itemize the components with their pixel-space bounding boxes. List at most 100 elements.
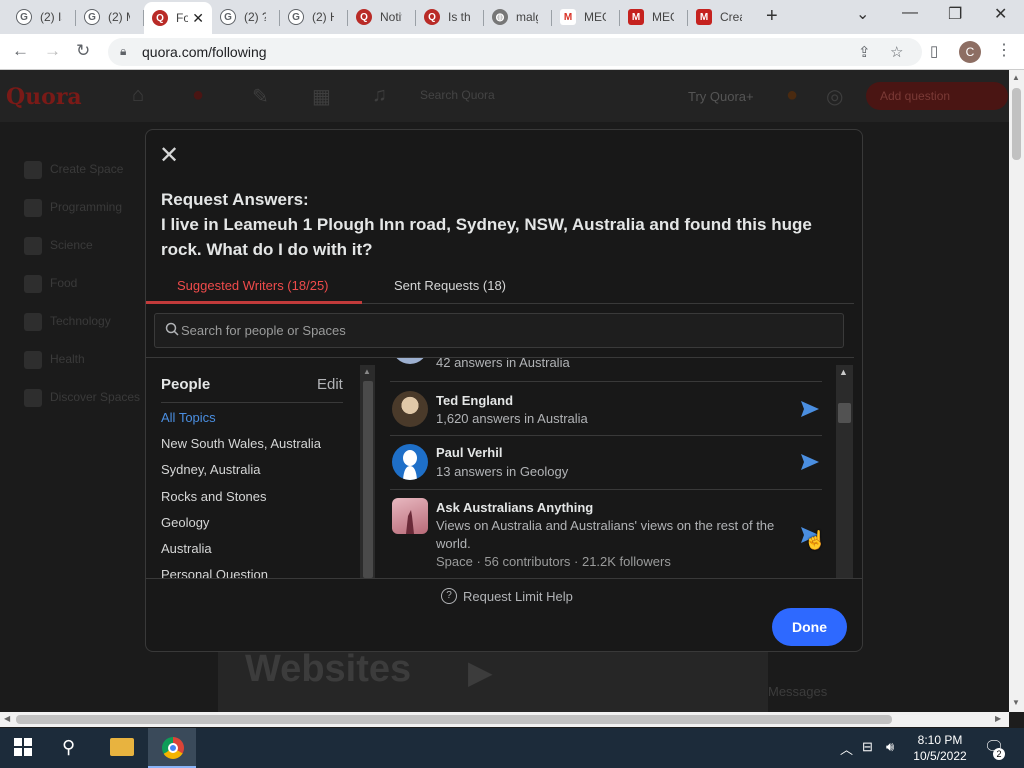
- quora-icon: Q: [152, 10, 168, 26]
- profile-avatar[interactable]: C: [959, 41, 981, 63]
- url-text[interactable]: quora.com/following: [142, 44, 267, 60]
- browser-tab[interactable]: G(2) H: [280, 4, 348, 30]
- mega-icon: M: [696, 9, 712, 25]
- topic-item[interactable]: Rocks and Stones: [161, 489, 267, 504]
- sidebar-item: Technology: [50, 314, 111, 328]
- scroll-thumb[interactable]: [1012, 88, 1021, 160]
- new-tab-button[interactable]: +: [766, 5, 778, 28]
- scroll-down-arrow-icon[interactable]: ▼: [1012, 698, 1020, 707]
- bookmark-star-icon[interactable]: ☆: [890, 43, 903, 61]
- forward-icon[interactable]: →: [44, 41, 61, 61]
- close-tab-icon[interactable]: ✕: [192, 10, 204, 27]
- topic-item[interactable]: Sydney, Australia: [161, 462, 260, 477]
- tab-suggested-writers[interactable]: Suggested Writers (18/25): [177, 278, 329, 293]
- space-icon: [24, 313, 42, 331]
- windows-taskbar: ⚲ ︿ ⊟ 🔊︎ 8:10 PM 10/5/2022 🗨︎ 2: [0, 728, 1024, 768]
- browser-tab[interactable]: QNotif: [348, 4, 416, 30]
- scroll-up-arrow-icon[interactable]: ▲: [1012, 73, 1020, 82]
- browser-menu-icon[interactable]: ⋮: [996, 40, 1012, 60]
- play-icon: ▶: [468, 654, 493, 690]
- topic-item[interactable]: Personal Question: [161, 567, 268, 578]
- topic-item[interactable]: Australia: [161, 541, 212, 556]
- sidebar-item: Health: [50, 352, 85, 366]
- scroll-thumb[interactable]: [838, 403, 851, 423]
- search-icon: [165, 322, 179, 339]
- edit-topics-button[interactable]: Edit: [317, 376, 343, 393]
- topic-panel-scrollbar[interactable]: ▲: [360, 365, 375, 578]
- sidebar-item: Science: [50, 238, 93, 252]
- writer-name[interactable]: Ted England: [436, 393, 513, 408]
- scroll-up-arrow-icon[interactable]: ▲: [363, 367, 371, 376]
- browser-tab[interactable]: ◍malg: [484, 4, 552, 30]
- browser-tab[interactable]: MCrea: [688, 4, 756, 30]
- notification-count-badge: 2: [993, 748, 1005, 760]
- address-bar[interactable]: 🔒︎ quora.com/following ⇪ ☆: [108, 38, 922, 66]
- send-request-icon[interactable]: [800, 400, 820, 418]
- browser-tab[interactable]: G(2) M: [76, 4, 144, 30]
- search-input[interactable]: [181, 320, 781, 340]
- windows-start-icon[interactable]: [14, 738, 32, 756]
- search-icon[interactable]: ⚲: [62, 737, 75, 758]
- hand-cursor-icon: ☝: [804, 530, 827, 550]
- send-request-icon[interactable]: [800, 453, 820, 471]
- browser-tab[interactable]: G(2) Is: [8, 4, 76, 30]
- topic-item[interactable]: Geology: [161, 515, 209, 530]
- space-name[interactable]: Ask Australians Anything: [436, 500, 593, 515]
- minimize-icon[interactable]: —: [902, 4, 918, 22]
- topic-all-topics[interactable]: All Topics: [161, 410, 216, 425]
- page-vertical-scrollbar[interactable]: ▲ ▼: [1009, 70, 1024, 712]
- back-icon[interactable]: ←: [12, 41, 29, 61]
- scroll-right-arrow-icon[interactable]: ▶: [995, 714, 1001, 723]
- done-button[interactable]: Done: [772, 608, 847, 646]
- modal-title-prefix: Request Answers:: [161, 190, 309, 209]
- scroll-up-arrow-icon[interactable]: ▲: [839, 367, 848, 377]
- sidebar-item: Discover Spaces: [50, 390, 141, 404]
- space-icon: [24, 351, 42, 369]
- browser-tab-active[interactable]: Q Fo ✕: [144, 2, 212, 34]
- lock-icon[interactable]: 🔒︎: [120, 44, 126, 59]
- close-window-icon[interactable]: ✕: [994, 4, 1007, 24]
- tab-sent-requests[interactable]: Sent Requests (18): [394, 278, 506, 293]
- chrome-icon: [162, 737, 184, 759]
- chrome-taskbar-button[interactable]: [148, 728, 196, 768]
- page-horizontal-scrollbar[interactable]: ◀ ▶: [0, 712, 1009, 727]
- share-icon[interactable]: ⇪: [858, 43, 871, 61]
- browser-tab[interactable]: QIs the: [416, 4, 484, 30]
- divider: [146, 578, 862, 579]
- writer-list-scrollbar[interactable]: ▲: [836, 365, 853, 578]
- browser-tab[interactable]: MMEG: [552, 4, 620, 30]
- scroll-thumb[interactable]: [363, 381, 373, 578]
- video-title: Websites: [245, 648, 412, 690]
- avatar: [392, 444, 428, 480]
- quora-search: Search Quora: [420, 88, 495, 102]
- writer-credential: 13 answers in Geology: [436, 464, 569, 479]
- browser-tab[interactable]: MMEG: [620, 4, 688, 30]
- file-explorer-icon[interactable]: [110, 738, 134, 756]
- side-panel-icon[interactable]: ▯: [930, 42, 938, 60]
- request-limit-help-link[interactable]: ? Request Limit Help: [441, 588, 573, 604]
- help-label: Request Limit Help: [463, 588, 573, 604]
- topic-item[interactable]: New South Wales, Australia: [161, 436, 321, 451]
- people-search-box[interactable]: [154, 313, 844, 348]
- volume-icon[interactable]: 🔊︎: [886, 739, 894, 755]
- quora-navbar: Quora ⌂ ● ✎ ▦ ♫ Search Quora Try Quora+ …: [0, 70, 1009, 122]
- quora-icon: Q: [356, 9, 372, 25]
- maximize-icon[interactable]: ❐: [948, 4, 962, 24]
- close-icon[interactable]: ✕: [159, 144, 179, 168]
- mega-icon: M: [628, 9, 644, 25]
- answer-icon: ✎: [252, 86, 269, 108]
- chevron-up-icon[interactable]: ︿: [840, 739, 853, 758]
- network-icon[interactable]: ⊟: [862, 739, 873, 755]
- system-clock[interactable]: 8:10 PM 10/5/2022: [908, 732, 972, 764]
- tab-search-icon[interactable]: ⌄: [856, 4, 869, 24]
- browser-tab[interactable]: G(2) ?: [212, 4, 280, 30]
- writer-name[interactable]: Paul Verhil: [436, 445, 502, 460]
- writer-list: 42 answers in Australia Ted England 1,62…: [390, 358, 822, 578]
- language-icon: ◎: [826, 86, 844, 108]
- quora-logo: Quora: [6, 84, 82, 110]
- topic-filter-panel: People Edit All Topics New South Wales, …: [146, 358, 360, 578]
- home-icon: ⌂: [132, 84, 145, 106]
- scroll-left-arrow-icon[interactable]: ◀: [4, 714, 10, 723]
- scroll-thumb[interactable]: [16, 715, 892, 724]
- reload-icon[interactable]: ↻: [76, 41, 90, 61]
